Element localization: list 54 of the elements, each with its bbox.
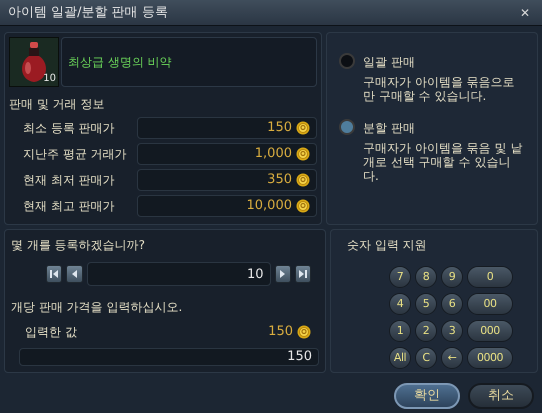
price-field[interactable]: 150: [19, 348, 319, 366]
close-button[interactable]: ✕: [516, 4, 534, 22]
keypad-key[interactable]: 0000: [467, 347, 513, 369]
quantity-question: 몇 개를 등록하겠습니까?: [11, 237, 146, 254]
radio-button[interactable]: [339, 119, 355, 135]
dialog-button[interactable]: 확인: [394, 383, 460, 409]
dialog-button[interactable]: 취소: [468, 383, 534, 409]
keypad-key[interactable]: 3: [441, 320, 463, 342]
coin-icon: [296, 199, 310, 213]
entered-value-label: 입력한 값: [25, 324, 77, 341]
keypad-key[interactable]: All: [389, 347, 411, 369]
last-button[interactable]: [294, 265, 311, 283]
coin-icon: [296, 173, 310, 187]
previous-button[interactable]: [66, 265, 82, 283]
item-count: 10: [43, 72, 56, 86]
keypad-key[interactable]: 7: [389, 266, 411, 288]
radio-label: 분할 판매: [363, 120, 416, 137]
radio-description: 구매자가 아이템을 묶음 및 낱개로 선택 구매할 수 있습니다.: [363, 141, 524, 183]
window-title: 아이템 일괄/분할 판매 등록: [8, 4, 168, 22]
keypad-key[interactable]: C: [415, 347, 437, 369]
coin-icon: [296, 121, 310, 135]
price-label: 현재 최고 판매가: [22, 198, 116, 215]
price-value: 150: [267, 119, 292, 138]
keypad-key[interactable]: 0: [467, 266, 513, 288]
price-prompt: 개당 판매 가격을 입력하십시오.: [11, 299, 184, 316]
price-label: 지난주 평균 거래가: [22, 146, 128, 163]
item-slot[interactable]: 10: [9, 37, 59, 87]
first-button[interactable]: [46, 265, 62, 283]
next-button[interactable]: [274, 265, 291, 283]
keypad-key[interactable]: 5: [415, 293, 437, 315]
keypad-key[interactable]: 2: [415, 320, 437, 342]
keypad-key[interactable]: ←: [441, 347, 463, 369]
coin-icon: [296, 147, 310, 161]
price-label: 최소 등록 판매가: [22, 120, 116, 137]
price-value: 350: [267, 171, 292, 190]
keypad-key[interactable]: 1: [389, 320, 411, 342]
radio-button[interactable]: [339, 53, 355, 69]
keypad-key[interactable]: 8: [415, 266, 437, 288]
coin-icon: [297, 324, 311, 339]
price-label: 현재 최저 판매가: [22, 172, 116, 189]
radio-description: 구매자가 아이템을 묶음으로 만 구매할 수 있습니다.: [363, 75, 516, 103]
price-value: 1,000: [254, 145, 292, 164]
keypad-key[interactable]: 000: [467, 320, 513, 342]
keypad-key[interactable]: 4: [389, 293, 411, 315]
radio-label: 일괄 판매: [363, 54, 416, 71]
keypad-key[interactable]: 9: [441, 266, 463, 288]
keypad-title: 숫자 입력 지원: [347, 237, 428, 254]
section-heading: 판매 및 거래 정보: [9, 96, 106, 113]
keypad-key[interactable]: 00: [467, 293, 513, 315]
item-name: 최상급 생명의 비약: [68, 54, 172, 71]
price-value: 10,000: [246, 197, 292, 216]
entered-value: 150: [268, 323, 293, 341]
keypad-key[interactable]: 6: [441, 293, 463, 315]
quantity-field[interactable]: 10: [86, 262, 270, 286]
